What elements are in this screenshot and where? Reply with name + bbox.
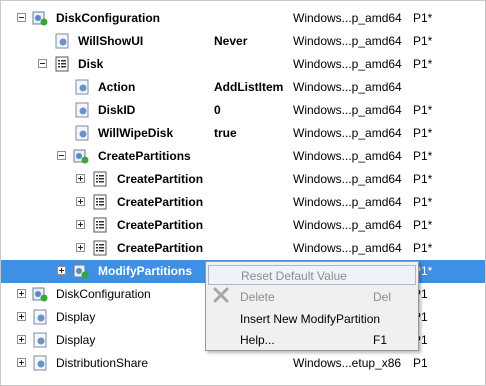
tree-row-action[interactable]: Action AddListItem Windows...p_amd64 [1,76,485,99]
tree-row-pass: P1* [413,149,433,163]
list-icon [55,56,69,72]
tree-row-label: DistributionShare [56,356,149,370]
tree-row-label: CreatePartition [117,195,204,209]
tree-row-createpartition[interactable]: CreatePartition Windows...p_amd64 P1* [1,214,485,237]
setting-icon [33,355,47,371]
tree-row-label: ModifyPartitions [98,264,193,278]
menu-item-label: Reset Default Value [241,269,347,283]
tree-row-pass: P1* [413,218,433,232]
expand-toggle[interactable] [17,312,26,321]
tree-row-value: 0 [214,103,221,117]
tree-row-pass: P1* [413,172,433,186]
settings-component-icon [73,149,89,164]
menu-item-reset-default-value[interactable]: Reset Default Value [208,265,416,285]
tree-row-diskconfiguration[interactable]: DiskConfiguration Windows...p_amd64 P1* [1,7,485,30]
tree-row-pass: P1* [413,241,433,255]
tree-row-arch: Windows...etup_x86 [293,356,402,370]
tree-row-pass: P1* [413,103,433,117]
tree-row-value: AddListItem [214,80,284,94]
setting-icon [33,332,47,348]
tree-row-pass: P1* [413,11,433,25]
tree-row-label: CreatePartition [117,218,204,232]
collapse-toggle[interactable] [57,151,66,160]
tree-row-createpartitions[interactable]: CreatePartitions Windows...p_amd64 P1* [1,145,485,168]
menu-item-label: Insert New ModifyPartition [240,312,381,326]
tree-row-pass: P1* [413,34,433,48]
setting-icon [33,309,47,325]
tree-row-arch: Windows...p_amd64 [293,241,402,255]
tree-row-label: WillShowUI [78,34,144,48]
list-icon [93,240,107,256]
setting-icon [75,102,89,118]
tree-row-createpartition[interactable]: CreatePartition Windows...p_amd64 P1* [1,237,485,260]
tree-row-willshowui[interactable]: WillShowUI Never Windows...p_amd64 P1* [1,30,485,53]
tree-row-distributionshare[interactable]: DistributionShare Windows...etup_x86 P1 [1,352,485,375]
setting-icon [75,125,89,141]
tree-row-createpartition[interactable]: CreatePartition Windows...p_amd64 P1* [1,191,485,214]
tree-row-label: CreatePartitions [98,149,191,163]
expand-toggle[interactable] [76,220,85,229]
tree-row-pass: P1* [413,126,433,140]
tree-row-pass: P1* [413,195,433,209]
setting-icon [75,79,89,95]
tree-row-label: DiskConfiguration [56,11,160,25]
expand-toggle[interactable] [17,358,26,367]
tree-row-label: CreatePartition [117,172,204,186]
expand-toggle[interactable] [17,335,26,344]
tree-row-label: WillWipeDisk [98,126,174,140]
settings-component-icon [32,287,48,302]
tree-row-disk[interactable]: Disk Windows...p_amd64 P1* [1,53,485,76]
tree-row-arch: Windows...p_amd64 [293,11,402,25]
menu-item-label: Delete [240,290,275,304]
list-icon [93,171,107,187]
expand-toggle[interactable] [17,289,26,298]
expand-toggle[interactable] [76,174,85,183]
list-icon [93,194,107,210]
tree-row-arch: Windows...p_amd64 [293,149,402,163]
tree-row-label: DiskConfiguration [56,287,151,301]
list-icon [93,217,107,233]
delete-x-icon [213,287,229,303]
expand-toggle[interactable] [57,266,66,275]
setting-icon [55,33,69,49]
tree-row-arch: Windows...p_amd64 [293,103,402,117]
menu-item-label: Help... [240,333,275,347]
tree-row-label: DiskID [98,103,136,117]
tree-row-arch: Windows...p_amd64 [293,126,402,140]
tree-row-label: Action [98,80,136,94]
tree-row-label: Display [56,310,96,324]
settings-component-icon [73,264,89,279]
expand-toggle[interactable] [76,243,85,252]
tree-row-label: CreatePartition [117,241,204,255]
tree-row-diskid[interactable]: DiskID 0 Windows...p_amd64 P1* [1,99,485,122]
collapse-toggle[interactable] [38,59,47,68]
tree-row-arch: Windows...p_amd64 [293,172,402,186]
menu-item-help[interactable]: Help... F1 [208,330,416,350]
tree-row-arch: Windows...p_amd64 [293,80,402,94]
expand-toggle[interactable] [76,197,85,206]
tree-row-value: Never [214,34,248,48]
tree-row-arch: Windows...p_amd64 [293,34,402,48]
tree-row-createpartition[interactable]: CreatePartition Windows...p_amd64 P1* [1,168,485,191]
collapse-toggle[interactable] [17,13,26,22]
menu-item-shortcut: Del [373,290,392,304]
tree-row-pass: P1 [413,356,428,370]
tree-row-willwipedisk[interactable]: WillWipeDisk true Windows...p_amd64 P1* [1,122,485,145]
menu-item-shortcut: F1 [373,333,388,347]
tree-row-pass: P1* [413,57,433,71]
tree-row-label: Display [56,333,96,347]
settings-component-icon [32,11,48,26]
context-menu: Reset Default Value Delete Del Insert Ne… [205,261,419,351]
tree-row-label: Disk [78,57,104,71]
tree-row-value: true [214,126,237,140]
tree-row-arch: Windows...p_amd64 [293,57,402,71]
tree-row-arch: Windows...p_amd64 [293,218,402,232]
menu-item-insert-new-modifypartition[interactable]: Insert New ModifyPartition [208,309,416,329]
menu-item-delete[interactable]: Delete Del [208,287,416,307]
tree-row-arch: Windows...p_amd64 [293,195,402,209]
